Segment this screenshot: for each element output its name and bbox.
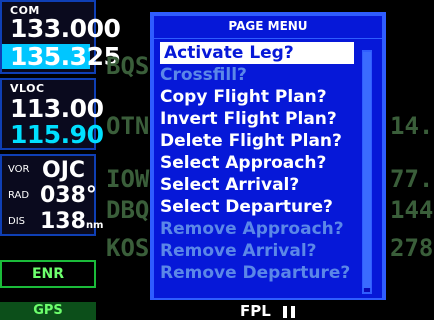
fpl-waypoint: IOW: [106, 165, 150, 193]
distance-value: 138nm: [40, 209, 103, 234]
distance-number: 138: [40, 209, 86, 234]
menu-item-copy-flight-plan[interactable]: Copy Flight Plan?: [160, 86, 327, 108]
fpl-distance: 77.7: [390, 165, 434, 193]
page-menu[interactable]: PAGE MENU Activate Leg? Crossfill? Copy …: [150, 12, 386, 302]
vor-info-panel: VOR OJC RAD 038° DIS 138nm: [0, 154, 103, 236]
menu-item-remove-arrival: Remove Arrival?: [160, 241, 317, 261]
menu-item-select-arrival[interactable]: Select Arrival?: [160, 174, 299, 196]
menu-item-crossfill: Crossfill?: [160, 65, 247, 85]
vloc-active-frequency: 113.00: [10, 94, 104, 123]
page-indicator: [283, 306, 299, 318]
menu-scroll-thumb[interactable]: [363, 52, 371, 288]
fpl-distance: 144: [390, 196, 434, 224]
fpl-waypoint: DBQ: [106, 196, 150, 224]
vor-ident: OJC: [42, 158, 86, 183]
fpl-page-label: FPL: [240, 302, 271, 320]
menu-item-select-approach[interactable]: Select Approach?: [160, 152, 326, 174]
radial-value: 038°: [40, 183, 97, 208]
fpl-distance: 278: [390, 234, 434, 262]
fpl-waypoint: OTN: [106, 112, 150, 140]
gps-mode-label: GPS: [0, 302, 96, 320]
bottom-status-bar: GPS FPL: [0, 300, 434, 320]
enr-mode-indicator: ENR: [0, 260, 96, 288]
dis-label: DIS: [8, 216, 25, 227]
page-menu-title: PAGE MENU: [154, 16, 382, 39]
page-indicator-tick: [283, 306, 287, 318]
gps-screen: COM 133.000 135.325 VLOC 113.00 115.90 V…: [0, 0, 434, 320]
menu-item-remove-approach: Remove Approach?: [160, 219, 344, 239]
vloc-panel[interactable]: VLOC 113.00 115.90: [0, 78, 104, 150]
vor-label: VOR: [8, 164, 30, 175]
com-panel[interactable]: COM 133.000 135.325: [0, 0, 121, 74]
menu-item-remove-departure: Remove Departure?: [160, 263, 351, 283]
vloc-standby-frequency[interactable]: 115.90: [10, 122, 104, 147]
page-indicator-tick: [291, 306, 295, 318]
fpl-waypoint: BQS: [106, 52, 150, 80]
com-standby-frequency[interactable]: 135.325: [2, 44, 121, 69]
menu-item-invert-flight-plan[interactable]: Invert Flight Plan?: [160, 108, 337, 130]
rad-label: RAD: [8, 190, 30, 201]
fpl-waypoint: KOS: [106, 234, 150, 262]
fpl-distance: 14.0: [390, 112, 434, 140]
menu-item-delete-flight-plan[interactable]: Delete Flight Plan?: [160, 130, 342, 152]
menu-item-activate-leg[interactable]: Activate Leg?: [160, 42, 354, 64]
menu-item-select-departure[interactable]: Select Departure?: [160, 196, 333, 218]
menu-scrollbar[interactable]: [362, 50, 372, 294]
